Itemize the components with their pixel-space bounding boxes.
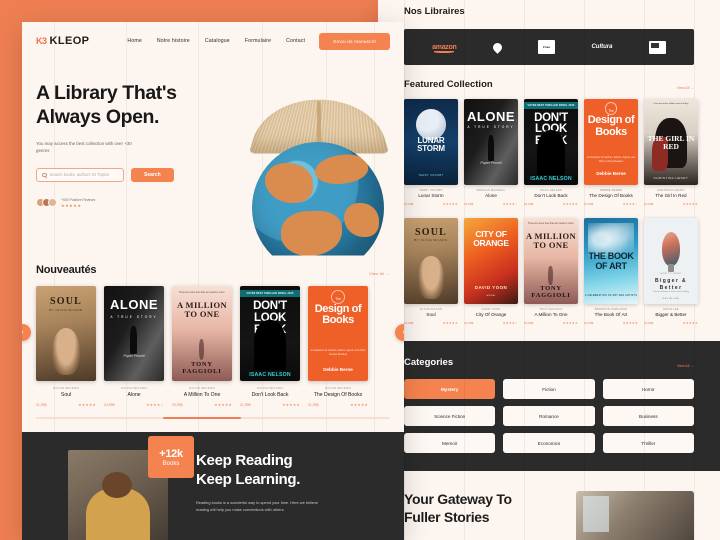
book-cover-design-of-books: The Design of Books An Explainer for Aut… [584,99,638,185]
reviews-count: +500 Positive Reviews [61,197,96,202]
location-pin-icon [490,40,504,54]
category-chip-thriller[interactable]: Thriller [602,433,694,453]
category-chip-economics[interactable]: Economics [503,433,595,453]
avatar [48,198,57,208]
logo-text: KLEOP [49,35,90,47]
nav-item-notre-histoire[interactable]: Notre histoire [157,38,190,44]
book-cover-dont-look-back: VOTED BEST THRILLER NOVEL 2023 DON'T LOO… [240,286,300,381]
front-page-screenshot: K3 KLEOP Home Notre histoire Catalogue F… [22,22,404,540]
reviewer-avatars [36,198,57,208]
navbar: K3 KLEOP Home Notre histoire Catalogue F… [22,22,404,60]
promo-section: +12k Books Keep Reading Keep Learning. R… [22,432,404,540]
logo[interactable]: K3 KLEOP [36,35,89,47]
book-cover-lunar-storm: LUNAR STORM TERRY CROSBY [404,99,458,185]
nav-item-contact[interactable]: Contact [286,38,305,44]
carousel-progress-fill [163,417,242,420]
book-cover-design-of-books: The Design of Books An Explainer for Aut… [308,286,368,381]
nav-item-catalogue[interactable]: Catalogue [205,38,230,44]
hero-section: A Library That's Always Open. You may ac… [22,60,404,256]
promo-body: Reading books is a wonderful way to spen… [196,499,319,512]
new-releases-title: Nouveautés [36,264,97,276]
carousel-prev-button[interactable]: ‹ [22,323,31,341]
category-chip-memoir[interactable]: Memoir [404,433,496,453]
book-cover-girl-in-red: From the author of Alice and Lost Boy TH… [644,99,698,185]
globe-icon [252,142,384,256]
book-cover-a-million-to-one: There are some lives that are meant to c… [172,286,232,381]
decitre-icon [648,40,666,54]
hero-illustration [238,94,398,256]
category-chip-mystery[interactable]: Mystery [404,379,496,399]
book-cover-a-million-to-one: There are some lives that are meant to c… [524,218,578,304]
book-cover-soul: SOUL BY OLIVIA WILSON [404,218,458,304]
book-card[interactable]: The Design of Books An Explainer for Aut… [584,99,638,206]
featured-row-1: LUNAR STORM TERRY CROSBY TERRY CROSBY Lu… [404,99,698,206]
book-card[interactable]: ALONE A TRUE STORY Paper Powell OLIVIA W… [104,286,164,407]
categories-grid: Mystery Fiction Horror Science Fiction R… [404,379,694,453]
logo-mark-icon: K3 [36,36,47,46]
retailer-fnac[interactable]: Fnac [538,40,556,54]
search-button[interactable]: Search [131,167,174,182]
nav-item-home[interactable]: Home [127,38,141,44]
book-cover-alone: ALONE A TRUE STORY Paper Powell [464,99,518,185]
retailer-amazon[interactable]: amazon [432,44,457,53]
book-card[interactable]: ALONE A TRUE STORY Paper Powell MORGAN M… [464,99,518,206]
reviews-stars: ★★★★★ [61,202,82,208]
categories-view-all[interactable]: View All → [677,364,694,368]
retailer-decitre[interactable] [648,40,666,54]
categories-title: Categories [404,357,454,368]
search-input[interactable]: Search books, authors Or Topics [36,167,124,182]
featured-view-all[interactable]: View All → [677,86,694,90]
category-chip-science-fiction[interactable]: Science Fiction [404,406,496,426]
carousel-next-button[interactable]: › [395,323,404,341]
book-card[interactable]: There are some lives that are meant to c… [172,286,232,407]
featured-row-2: SOUL BY OLIVIA WILSON OLIVIA WILSON Soul… [404,218,698,325]
search-icon [42,172,47,178]
gateway-section: Your Gateway To Fuller Stories [378,471,720,540]
featured-header: Featured Collection View All → [404,79,694,90]
book-card[interactable]: From the author of Alice and Lost Boy TH… [644,99,698,206]
search-placeholder: Search books, authors Or Topics [49,172,109,178]
book-card[interactable]: LUNAR STORM TERRY CROSBY TERRY CROSBY Lu… [404,99,458,206]
book-cover-soul: SOUL BY OLIVIA WILSON [36,286,96,381]
book-card[interactable]: SOUL BY OLIVIA WILSON OLIVIA WILSON Soul… [36,286,96,407]
submit-manuscript-button[interactable]: Envoi de manuscrit [319,32,390,50]
retailer-cultura[interactable]: Cultura [591,44,612,50]
book-card[interactable]: The Design of Books An Explainer for Aut… [308,286,368,407]
retailers-title: Nos Libraires [404,6,465,17]
book-cover-bigger-and-better: HOW TO THINK Bigger & Better Practical s… [644,218,698,304]
category-chip-romance[interactable]: Romance [503,406,595,426]
promo-heading: Keep Reading Keep Learning. [196,452,301,488]
book-card[interactable]: VOTED BEST THRILLER NOVEL 2023 DON'T LOO… [524,99,578,206]
carousel-progress-bar[interactable] [36,417,390,420]
book-cover-alone: ALONE A TRUE STORY Paper Powell [104,286,164,381]
category-chip-horror[interactable]: Horror [602,379,694,399]
nav-links: Home Notre histoire Catalogue Formulaire… [127,38,305,44]
book-card[interactable]: HOW TO THINK Bigger & Better Practical s… [644,218,698,325]
book-cover-book-of-art: THE BOOK OF ART A CELEBRATION OF ART AND… [584,218,638,304]
hero-subtitle: You may access the best collection with … [36,140,132,154]
book-cover-dont-look-back: VOTED BEST THRILLER NOVEL 2023 DON'T LOO… [524,99,578,185]
books-count-badge: +12k Books [148,436,194,478]
book-card[interactable]: THE BOOK OF ART A CELEBRATION OF ART AND… [584,218,638,325]
category-chip-business[interactable]: Business [602,406,694,426]
book-card[interactable]: CITY OF ORANGE DAVID YOON A NOVEL DAVID … [464,218,518,325]
featured-title: Featured Collection [404,79,493,90]
book-card[interactable]: SOUL BY OLIVIA WILSON OLIVIA WILSON Soul… [404,218,458,325]
gateway-heading: Your Gateway To Fuller Stories [404,491,512,525]
back-page-screenshot: Nos Libraires amazon Fnac Cultura Featur… [378,0,720,540]
book-card[interactable]: There are some lives that are meant to c… [524,218,578,325]
book-card[interactable]: VOTED BEST THRILLER NOVEL 2023 DON'T LOO… [240,286,300,407]
gateway-image [576,491,694,540]
new-releases-carousel: ‹ › SOUL BY OLIVIA WILSON OLIVIA WILSON … [22,276,404,407]
retailer-location-pin[interactable] [490,40,504,54]
book-cover-city-of-orange: CITY OF ORANGE DAVID YOON A NOVEL [464,218,518,304]
retailers-bar: amazon Fnac Cultura [404,29,694,65]
nav-item-formulaire[interactable]: Formulaire [245,38,271,44]
categories-section: Categories View All → Mystery Fiction Ho… [378,341,720,471]
category-chip-fiction[interactable]: Fiction [503,379,595,399]
